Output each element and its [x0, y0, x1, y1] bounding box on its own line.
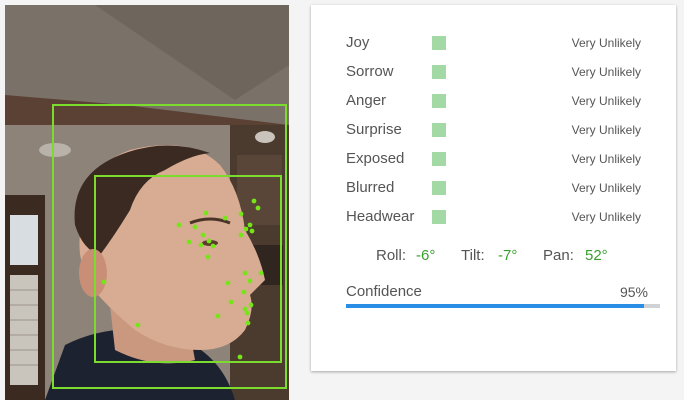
likelihood-row-exposed: Exposed Very Unlikely	[346, 149, 641, 169]
pan-value: 52°	[585, 247, 608, 264]
likelihood-swatch	[432, 36, 446, 50]
tilt-value: -7°	[498, 247, 518, 264]
likelihood-row-surprise: Surprise Very Unlikely	[346, 120, 641, 140]
confidence-value: 95%	[619, 284, 648, 300]
face-photo-illustration	[5, 5, 289, 400]
likelihood-value: Very Unlikely	[571, 181, 641, 195]
likelihood-value: Very Unlikely	[571, 152, 641, 166]
likelihood-swatch	[432, 123, 446, 137]
likelihood-value: Very Unlikely	[571, 36, 641, 50]
likelihood-value: Very Unlikely	[571, 210, 641, 224]
confidence-bar	[346, 304, 660, 308]
confidence-bar-fill	[346, 304, 645, 308]
likelihood-swatch	[432, 152, 446, 166]
likelihood-value: Very Unlikely	[571, 65, 641, 79]
likelihood-swatch	[432, 94, 446, 108]
pan-label: Pan:	[543, 247, 574, 264]
tilt-label: Tilt:	[461, 247, 485, 264]
likelihood-value: Very Unlikely	[571, 94, 641, 108]
likelihood-value: Very Unlikely	[571, 123, 641, 137]
face-photo	[5, 5, 289, 400]
likelihood-swatch	[432, 181, 446, 195]
likelihood-label: Surprise	[346, 121, 402, 138]
roll-value: -6°	[416, 247, 436, 264]
likelihood-label: Sorrow	[346, 63, 394, 80]
ear	[79, 249, 107, 297]
likelihood-label: Headwear	[346, 208, 415, 225]
likelihood-row-joy: Joy Very Unlikely	[346, 33, 641, 53]
likelihood-label: Joy	[346, 34, 370, 51]
roll-label: Roll:	[376, 247, 407, 264]
likelihood-swatch	[432, 65, 446, 79]
likelihood-label: Exposed	[346, 150, 405, 167]
likelihood-row-sorrow: Sorrow Very Unlikely	[346, 62, 641, 82]
confidence-label: Confidence	[346, 283, 422, 300]
face-analysis-panel: Joy Very Unlikely Sorrow Very Unlikely A…	[311, 5, 676, 371]
likelihood-row-headwear: Headwear Very Unlikely	[346, 207, 641, 227]
likelihood-swatch	[432, 210, 446, 224]
likelihood-row-blurred: Blurred Very Unlikely	[346, 178, 641, 198]
likelihood-label: Blurred	[346, 179, 395, 196]
likelihood-label: Anger	[346, 92, 387, 109]
likelihood-row-anger: Anger Very Unlikely	[346, 91, 641, 111]
